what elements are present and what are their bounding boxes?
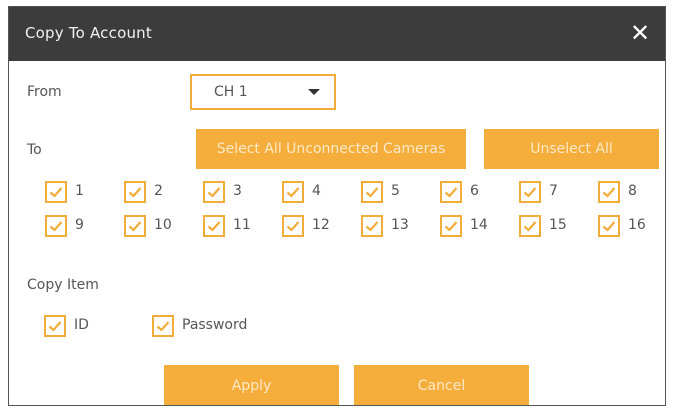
checkbox-label: 11 [233,217,251,233]
checkmark-icon [156,321,170,332]
to-label: To [27,142,42,158]
checkbox-label: 5 [391,183,400,199]
unselect-all-button[interactable]: Unselect All [484,129,659,169]
checkbox-box[interactable] [361,215,383,237]
checkmark-icon [48,321,62,332]
checkbox-label: 13 [391,217,409,233]
checkbox-box[interactable] [519,181,541,203]
from-channel-select[interactable]: CH 1 [190,74,336,110]
checkbox-box[interactable] [124,215,146,237]
checkbox-box[interactable] [44,315,66,337]
checkbox-box[interactable] [361,181,383,203]
checkmark-icon [128,221,142,232]
checkmark-icon [365,187,379,198]
checkbox-label: 9 [75,217,84,233]
checkbox-label: 10 [154,217,172,233]
checkbox-label: 14 [470,217,488,233]
checkmark-icon [286,187,300,198]
checkbox-box[interactable] [45,215,67,237]
copy-item-label: Copy Item [27,277,99,293]
checkbox-box[interactable] [282,215,304,237]
checkbox-label: 16 [628,217,646,233]
checkmark-icon [444,221,458,232]
checkmark-icon [602,187,616,198]
checkbox-label: 7 [549,183,558,199]
checkmark-icon [207,187,221,198]
cancel-button[interactable]: Cancel [354,365,529,405]
checkbox-box[interactable] [45,181,67,203]
checkbox-label: 8 [628,183,637,199]
checkmark-icon [286,221,300,232]
checkbox-box[interactable] [282,181,304,203]
checkbox-label: ID [74,317,89,333]
checkbox-box[interactable] [124,181,146,203]
checkbox-box[interactable] [203,215,225,237]
checkbox-label: 3 [233,183,242,199]
checkmark-icon [444,187,458,198]
apply-button[interactable]: Apply [164,365,339,405]
copy-to-account-dialog: Copy To Account ✕ From CH 1 To Select Al… [8,6,666,406]
checkbox-box[interactable] [152,315,174,337]
checkbox-box[interactable] [598,215,620,237]
checkmark-icon [49,221,63,232]
dialog-titlebar: Copy To Account ✕ [9,7,665,61]
checkmark-icon [523,187,537,198]
select-all-unconnected-button[interactable]: Select All Unconnected Cameras [196,129,466,169]
checkmark-icon [365,221,379,232]
chevron-down-icon [308,89,320,95]
checkmark-icon [207,221,221,232]
dialog-title: Copy To Account [25,24,152,42]
checkbox-box[interactable] [440,181,462,203]
checkbox-label: 6 [470,183,479,199]
checkmark-icon [128,187,142,198]
checkbox-label: 12 [312,217,330,233]
checkbox-label: 2 [154,183,163,199]
checkbox-label: Password [182,317,248,333]
checkbox-label: 15 [549,217,567,233]
from-selected-value: CH 1 [214,84,248,100]
checkbox-label: 1 [75,183,84,199]
from-label: From [27,84,62,100]
checkmark-icon [523,221,537,232]
checkbox-box[interactable] [203,181,225,203]
checkmark-icon [49,187,63,198]
checkbox-box[interactable] [598,181,620,203]
checkmark-icon [602,221,616,232]
close-icon[interactable]: ✕ [625,18,655,48]
checkbox-box[interactable] [440,215,462,237]
checkbox-box[interactable] [519,215,541,237]
checkbox-label: 4 [312,183,321,199]
